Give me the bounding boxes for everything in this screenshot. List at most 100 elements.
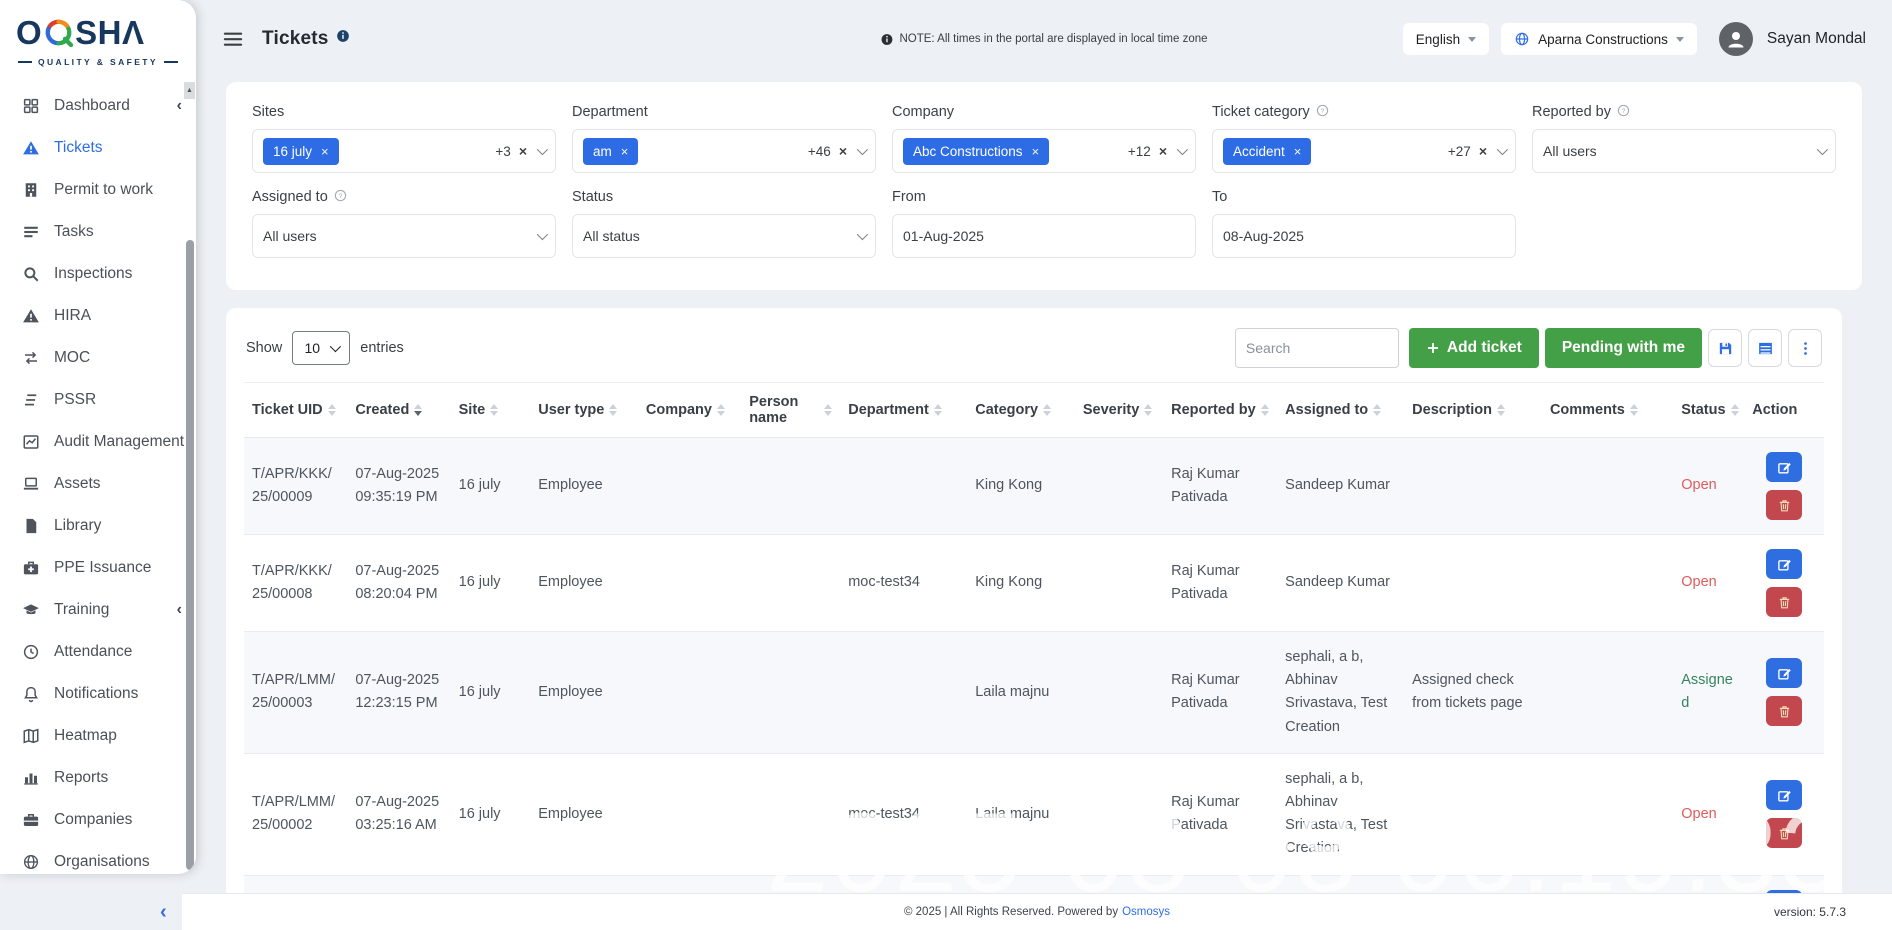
version-text: version: 5.7.3 xyxy=(1774,905,1846,919)
sidebar-item-notifications[interactable]: Notifications xyxy=(0,673,196,715)
sites-chip[interactable]: 16 july× xyxy=(263,138,339,165)
column-header-category[interactable]: Category xyxy=(967,383,1075,438)
sidebar-item-label: Inspections xyxy=(54,265,132,283)
status-select[interactable]: All status xyxy=(572,214,876,258)
edit-ticket-button[interactable] xyxy=(1766,780,1802,810)
cell-description xyxy=(1404,753,1542,875)
chip-remove-icon[interactable]: × xyxy=(1294,144,1302,159)
cell-site: 16 july xyxy=(451,632,531,754)
department-chip[interactable]: am× xyxy=(583,138,638,165)
to-date-input[interactable]: 08-Aug-2025 xyxy=(1212,214,1516,258)
help-icon[interactable]: ? xyxy=(1316,104,1329,117)
add-ticket-label: Add ticket xyxy=(1447,339,1522,357)
sidebar-item-dashboard[interactable]: Dashboard‹ xyxy=(0,85,196,127)
search-input[interactable] xyxy=(1235,328,1399,368)
sidebar-item-label: Assets xyxy=(54,475,101,493)
category-multiselect[interactable]: Accident× +27× xyxy=(1212,129,1516,173)
clear-icon[interactable]: × xyxy=(519,143,527,159)
sidebar-scrollbar[interactable] xyxy=(186,240,194,870)
column-header-severity[interactable]: Severity xyxy=(1075,383,1163,438)
building-icon xyxy=(22,181,40,199)
status-label: Status xyxy=(572,189,613,205)
edit-ticket-button[interactable] xyxy=(1766,658,1802,688)
sidebar-item-companies[interactable]: Companies xyxy=(0,799,196,841)
company-multiselect[interactable]: Abc Constructions× +12× xyxy=(892,129,1196,173)
sidebar-collapse-button[interactable]: ‹ xyxy=(160,902,167,922)
chip-remove-icon[interactable]: × xyxy=(621,144,629,159)
sidebar-item-training[interactable]: Training‹ xyxy=(0,589,196,631)
warning-icon xyxy=(22,139,40,157)
sidebar-item-library[interactable]: Library xyxy=(0,505,196,547)
pending-with-me-button[interactable]: Pending with me xyxy=(1545,328,1702,368)
clear-icon[interactable]: × xyxy=(1479,143,1487,159)
caret-down-icon xyxy=(1676,37,1684,42)
help-icon[interactable]: ? xyxy=(334,189,347,202)
sidebar-item-heatmap[interactable]: Heatmap xyxy=(0,715,196,757)
columns-view-button[interactable] xyxy=(1748,329,1782,367)
scrollbar-up-arrow[interactable]: ▲ xyxy=(184,82,195,99)
reported-by-select[interactable]: All users xyxy=(1532,129,1836,173)
column-label: Category xyxy=(975,402,1038,418)
sidebar-item-pssr[interactable]: PSSR xyxy=(0,379,196,421)
sidebar-item-hira[interactable]: HIRA xyxy=(0,295,196,337)
page-size-select[interactable]: 10 xyxy=(292,331,350,365)
company-chip[interactable]: Abc Constructions× xyxy=(903,138,1049,165)
clear-icon[interactable]: × xyxy=(1159,143,1167,159)
organisation-selector[interactable]: Aparna Constructions xyxy=(1501,23,1697,55)
language-selector[interactable]: English xyxy=(1403,23,1489,55)
user-avatar[interactable] xyxy=(1719,22,1753,56)
sidebar-item-reports[interactable]: Reports xyxy=(0,757,196,799)
clock-icon xyxy=(22,643,40,661)
delete-ticket-button[interactable] xyxy=(1766,818,1802,848)
column-header-ticket-uid[interactable]: Ticket UID xyxy=(244,383,347,438)
clear-icon[interactable]: × xyxy=(839,143,847,159)
sidebar-item-attendance[interactable]: Attendance xyxy=(0,631,196,673)
user-name[interactable]: Sayan Mondal xyxy=(1767,30,1866,48)
cell-company xyxy=(638,753,741,875)
menu-icon[interactable] xyxy=(222,28,244,50)
department-multiselect[interactable]: am× +46× xyxy=(572,129,876,173)
column-header-created[interactable]: Created xyxy=(347,383,450,438)
sidebar-item-label: Heatmap xyxy=(54,727,117,745)
category-chip[interactable]: Accident× xyxy=(1223,138,1311,165)
sidebar-item-moc[interactable]: MOC xyxy=(0,337,196,379)
edit-ticket-button[interactable] xyxy=(1766,549,1802,579)
delete-ticket-button[interactable] xyxy=(1766,587,1802,617)
osmosys-link[interactable]: Osmosys xyxy=(1122,906,1170,918)
sidebar-item-audit-management[interactable]: Audit Management xyxy=(0,421,196,463)
export-save-button[interactable] xyxy=(1708,329,1742,367)
column-header-status[interactable]: Status xyxy=(1673,383,1744,438)
column-header-comments[interactable]: Comments xyxy=(1542,383,1673,438)
delete-ticket-button[interactable] xyxy=(1766,490,1802,520)
info-icon[interactable] xyxy=(336,29,350,43)
delete-ticket-button[interactable] xyxy=(1766,696,1802,726)
column-header-site[interactable]: Site xyxy=(451,383,531,438)
more-options-button[interactable] xyxy=(1788,329,1822,367)
page-title: Tickets xyxy=(262,28,329,50)
sidebar-item-organisations[interactable]: Organisations xyxy=(0,841,196,874)
sidebar-item-ppe-issuance[interactable]: PPE Issuance xyxy=(0,547,196,589)
column-header-company[interactable]: Company xyxy=(638,383,741,438)
reported-by-filter-group: Reported by ? All users xyxy=(1532,104,1836,173)
column-header-reported-by[interactable]: Reported by xyxy=(1163,383,1277,438)
column-header-user-type[interactable]: User type xyxy=(530,383,638,438)
column-header-assigned-to[interactable]: Assigned to xyxy=(1277,383,1404,438)
chip-remove-icon[interactable]: × xyxy=(321,144,329,159)
chip-remove-icon[interactable]: × xyxy=(1032,144,1040,159)
add-ticket-button[interactable]: Add ticket xyxy=(1409,328,1539,368)
assigned-to-select[interactable]: All users xyxy=(252,214,556,258)
bar-chart-icon xyxy=(22,769,40,787)
sidebar-item-assets[interactable]: Assets xyxy=(0,463,196,505)
help-icon[interactable]: ? xyxy=(1617,104,1630,117)
edit-ticket-button[interactable] xyxy=(1766,452,1802,482)
sidebar-item-inspections[interactable]: Inspections xyxy=(0,253,196,295)
column-header-description[interactable]: Description xyxy=(1404,383,1542,438)
sidebar-item-tickets[interactable]: Tickets xyxy=(0,127,196,169)
column-label: Description xyxy=(1412,402,1492,418)
sidebar-item-tasks[interactable]: Tasks xyxy=(0,211,196,253)
sidebar-item-permit-to-work[interactable]: Permit to work xyxy=(0,169,196,211)
column-header-department[interactable]: Department xyxy=(840,383,967,438)
from-date-input[interactable]: 01-Aug-2025 xyxy=(892,214,1196,258)
sites-multiselect[interactable]: 16 july× +3× xyxy=(252,129,556,173)
column-header-person-name[interactable]: Person name xyxy=(741,383,840,438)
